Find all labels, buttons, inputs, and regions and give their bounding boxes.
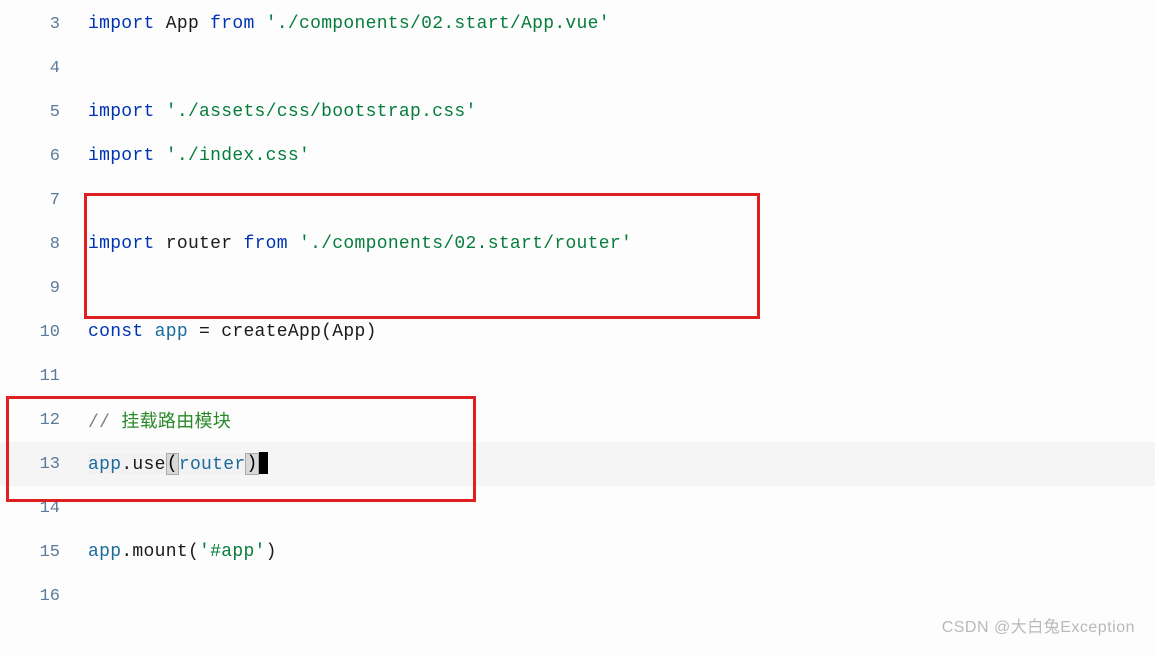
code-token: '#app' [199,542,266,562]
code-content[interactable]: app.use(router) [88,454,268,475]
code-token: from [243,234,287,254]
line-number: 7 [0,191,88,210]
code-line[interactable]: 12// 挂载路由模块 [0,398,1155,442]
code-content[interactable]: import './assets/css/bootstrap.css' [88,102,477,122]
code-line[interactable]: 13app.use(router) [0,442,1155,486]
code-token: App [166,14,199,34]
code-token: './components/02.start/router' [299,234,632,254]
code-token [155,102,166,122]
line-number: 11 [0,367,88,386]
line-number: 14 [0,499,88,518]
code-token: router [179,454,246,474]
code-token [288,234,299,254]
code-line[interactable]: 10const app = createApp(App) [0,310,1155,354]
code-token: from [210,14,254,34]
code-token: app [88,542,121,562]
line-number: 8 [0,235,88,254]
line-number: 15 [0,543,88,562]
code-token [144,322,155,342]
code-token [155,146,166,166]
code-content[interactable]: import router from './components/02.star… [88,234,632,254]
code-token: createApp [221,322,321,342]
code-line[interactable]: 14 [0,486,1155,530]
code-token: 挂载路由模块 [121,413,231,433]
code-token: app [88,454,121,474]
code-content[interactable]: // 挂载路由模块 [88,407,231,433]
code-line[interactable]: 15app.mount('#app') [0,530,1155,574]
code-line[interactable]: 3import App from './components/02.start/… [0,2,1155,46]
code-line[interactable]: 11 [0,354,1155,398]
code-content[interactable]: import './index.css' [88,146,310,166]
code-line[interactable]: 6import './index.css' [0,134,1155,178]
code-token: import [88,146,155,166]
code-token: './assets/css/bootstrap.css' [166,102,477,122]
line-number: 9 [0,279,88,298]
code-token [155,14,166,34]
code-content[interactable]: app.mount('#app') [88,542,277,562]
code-token: ( [188,542,199,562]
code-token: App [332,322,365,342]
code-token: import [88,14,155,34]
line-number: 6 [0,147,88,166]
code-token: import [88,102,155,122]
line-number: 3 [0,15,88,34]
code-token: = [188,322,221,342]
code-token: import [88,234,155,254]
code-line[interactable]: 7 [0,178,1155,222]
code-token: // [88,413,121,433]
code-token: './components/02.start/App.vue' [266,14,610,34]
code-token: ) [366,322,377,342]
code-token [232,234,243,254]
code-line[interactable]: 16 [0,574,1155,618]
code-content[interactable]: import App from './components/02.start/A… [88,14,610,34]
code-token: ) [266,542,277,562]
line-number: 12 [0,411,88,430]
code-line[interactable]: 5import './assets/css/bootstrap.css' [0,90,1155,134]
code-token: mount [132,542,188,562]
code-token: router [166,234,233,254]
code-line[interactable]: 8import router from './components/02.sta… [0,222,1155,266]
code-token: const [88,322,144,342]
code-token: ( [166,453,179,475]
code-editor[interactable]: 3import App from './components/02.start/… [0,0,1155,618]
line-number: 5 [0,103,88,122]
line-number: 13 [0,455,88,474]
code-content[interactable]: const app = createApp(App) [88,322,377,342]
text-cursor [259,452,268,474]
code-token: app [155,322,188,342]
watermark-text: CSDN @大白兔Exception [942,613,1135,637]
code-token: ( [321,322,332,342]
code-line[interactable]: 9 [0,266,1155,310]
code-line[interactable]: 4 [0,46,1155,90]
code-token [199,14,210,34]
code-token: ) [245,453,258,475]
code-token: . [121,454,132,474]
code-token [255,14,266,34]
line-number: 16 [0,587,88,606]
line-number: 4 [0,59,88,78]
line-number: 10 [0,323,88,342]
code-token: use [132,454,165,474]
code-token: . [121,542,132,562]
code-token [155,234,166,254]
code-token: './index.css' [166,146,310,166]
